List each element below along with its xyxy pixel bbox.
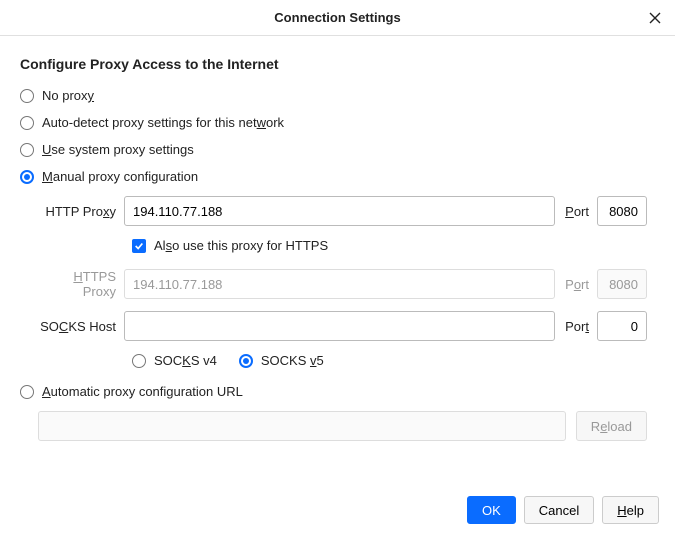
radio-icon-checked bbox=[20, 170, 34, 184]
radio-label: SOCKS v5 bbox=[261, 353, 324, 368]
reload-button: Reload bbox=[576, 411, 647, 441]
radio-socks-v5[interactable]: SOCKS v5 bbox=[239, 353, 324, 368]
radio-icon bbox=[20, 143, 34, 157]
socks-version-row: SOCKS v4 SOCKS v5 bbox=[132, 353, 647, 368]
radio-label: SOCKS v4 bbox=[154, 353, 217, 368]
http-proxy-row: HTTP Proxy Port bbox=[38, 196, 647, 226]
socks-port-label: Port bbox=[555, 319, 597, 334]
socks-host-row: SOCKS Host Port bbox=[38, 311, 647, 341]
radio-label: Manual proxy configuration bbox=[42, 169, 198, 184]
cancel-button[interactable]: Cancel bbox=[524, 496, 594, 524]
also-https-checkbox-row[interactable]: Also use this proxy for HTTPS bbox=[132, 238, 647, 253]
dialog-footer: OK Cancel Help bbox=[0, 485, 675, 535]
socks-host-label: SOCKS Host bbox=[38, 319, 124, 334]
radio-system-proxy[interactable]: Use system proxy settings bbox=[20, 142, 647, 157]
radio-label: Use system proxy settings bbox=[42, 142, 194, 157]
radio-icon bbox=[20, 385, 34, 399]
radio-auto-config-url[interactable]: Automatic proxy configuration URL bbox=[20, 384, 647, 399]
http-proxy-host-input[interactable] bbox=[124, 196, 555, 226]
https-proxy-row: HTTPS Proxy Port bbox=[38, 269, 647, 299]
http-proxy-port-input[interactable] bbox=[597, 196, 647, 226]
radio-icon bbox=[20, 116, 34, 130]
radio-socks-v4[interactable]: SOCKS v4 bbox=[132, 353, 217, 368]
radio-label: Auto-detect proxy settings for this netw… bbox=[42, 115, 284, 130]
radio-manual-proxy[interactable]: Manual proxy configuration bbox=[20, 169, 647, 184]
pac-url-row: Reload bbox=[38, 411, 647, 441]
content-scroll[interactable]: Configure Proxy Access to the Internet N… bbox=[0, 36, 675, 485]
socks-port-input[interactable] bbox=[597, 311, 647, 341]
http-proxy-label: HTTP Proxy bbox=[38, 204, 124, 219]
socks-host-input[interactable] bbox=[124, 311, 555, 341]
ok-button[interactable]: OK bbox=[467, 496, 516, 524]
also-https-label: Also use this proxy for HTTPS bbox=[154, 238, 328, 253]
radio-label: No proxy bbox=[42, 88, 94, 103]
https-proxy-port-input bbox=[597, 269, 647, 299]
http-port-label: Port bbox=[555, 204, 597, 219]
radio-no-proxy[interactable]: No proxy bbox=[20, 88, 647, 103]
radio-auto-detect[interactable]: Auto-detect proxy settings for this netw… bbox=[20, 115, 647, 130]
radio-icon bbox=[20, 89, 34, 103]
pac-url-input bbox=[38, 411, 566, 441]
help-button[interactable]: Help bbox=[602, 496, 659, 524]
radio-icon bbox=[132, 354, 146, 368]
radio-label: Automatic proxy configuration URL bbox=[42, 384, 243, 399]
close-icon bbox=[649, 12, 661, 24]
https-proxy-label: HTTPS Proxy bbox=[38, 269, 124, 299]
checkbox-checked-icon bbox=[132, 239, 146, 253]
dialog-header: Connection Settings bbox=[0, 0, 675, 36]
dialog-title: Connection Settings bbox=[274, 10, 400, 25]
https-proxy-host-input bbox=[124, 269, 555, 299]
https-port-label: Port bbox=[555, 277, 597, 292]
close-button[interactable] bbox=[645, 8, 665, 28]
section-heading: Configure Proxy Access to the Internet bbox=[20, 56, 647, 72]
radio-icon-checked bbox=[239, 354, 253, 368]
